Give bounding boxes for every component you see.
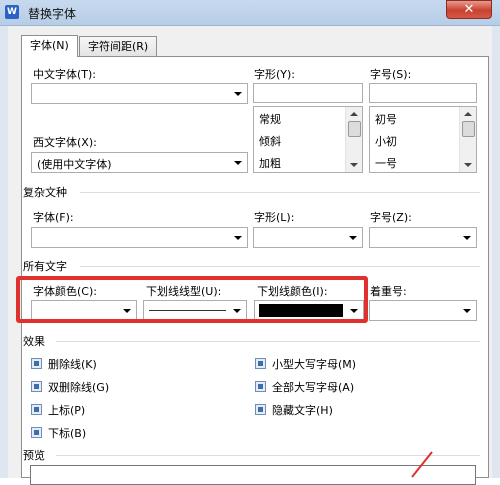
subscript-checkbox[interactable] bbox=[31, 427, 42, 438]
list-item[interactable]: 初号 bbox=[375, 111, 397, 127]
style-listbox[interactable]: 常规 倾斜 加粗 bbox=[253, 106, 363, 173]
tab-character-spacing-label: 字符间距(R) bbox=[88, 40, 149, 53]
strikethrough-label[interactable]: 删除线(K) bbox=[48, 356, 97, 372]
preview-section-title: 预览 bbox=[23, 449, 45, 462]
list-item[interactable]: 常规 bbox=[259, 111, 281, 127]
list-item[interactable]: 倾斜 bbox=[259, 133, 281, 149]
scroll-down-icon[interactable] bbox=[350, 163, 358, 167]
double-strikethrough-checkbox[interactable] bbox=[31, 381, 42, 392]
chevron-down-icon bbox=[463, 309, 471, 313]
subscript-label[interactable]: 下标(B) bbox=[48, 425, 86, 441]
chevron-down-icon bbox=[234, 236, 242, 240]
style-input[interactable] bbox=[253, 83, 363, 103]
complex-font-label: 字体(F): bbox=[33, 211, 74, 224]
complex-section-title: 复杂文种 bbox=[23, 186, 67, 199]
western-font-value: (使用中文字体) bbox=[37, 158, 112, 171]
all-text-section-title: 所有文字 bbox=[23, 260, 67, 273]
list-item[interactable]: 小初 bbox=[375, 133, 397, 149]
scroll-up-icon[interactable] bbox=[464, 112, 472, 116]
style-scrollbar[interactable] bbox=[345, 107, 362, 172]
divider bbox=[80, 266, 480, 267]
chevron-down-icon bbox=[349, 236, 357, 240]
dialog-title: 替换字体 bbox=[28, 7, 77, 21]
western-font-label: 西文字体(X): bbox=[33, 136, 97, 149]
small-caps-checkbox[interactable] bbox=[255, 358, 266, 369]
scroll-thumb[interactable] bbox=[348, 121, 361, 137]
all-caps-checkbox[interactable] bbox=[255, 381, 266, 392]
complex-size-label: 字号(Z): bbox=[370, 211, 412, 224]
annotation-stroke bbox=[411, 451, 433, 478]
complex-size-combo[interactable] bbox=[369, 227, 477, 248]
divider bbox=[56, 341, 480, 342]
strikethrough-checkbox[interactable] bbox=[31, 358, 42, 369]
superscript-label[interactable]: 上标(P) bbox=[48, 402, 85, 418]
complex-font-combo[interactable] bbox=[31, 227, 248, 248]
superscript-checkbox[interactable] bbox=[31, 404, 42, 415]
scroll-down-icon[interactable] bbox=[464, 163, 472, 167]
chevron-down-icon bbox=[234, 161, 242, 165]
tab-character-spacing[interactable]: 字符间距(R) bbox=[79, 36, 158, 57]
wps-writer-icon: W bbox=[5, 5, 19, 19]
highlight-box bbox=[16, 276, 368, 323]
emphasis-label: 着重号: bbox=[370, 285, 407, 298]
emphasis-combo[interactable] bbox=[369, 300, 477, 321]
small-caps-label[interactable]: 小型大写字母(M) bbox=[272, 356, 356, 372]
scroll-thumb[interactable] bbox=[462, 121, 475, 137]
list-item[interactable]: 一号 bbox=[375, 155, 397, 171]
tab-font-label: 字体(N) bbox=[30, 39, 69, 52]
size-input[interactable] bbox=[369, 83, 477, 103]
all-caps-label[interactable]: 全部大写字母(A) bbox=[272, 379, 354, 395]
hidden-text-checkbox[interactable] bbox=[255, 404, 266, 415]
size-scrollbar[interactable] bbox=[459, 107, 476, 172]
close-icon: ✕ bbox=[463, 2, 475, 17]
size-label: 字号(S): bbox=[370, 68, 412, 81]
tab-font[interactable]: 字体(N) bbox=[21, 35, 78, 57]
close-button[interactable]: ✕ bbox=[446, 0, 492, 19]
size-listbox[interactable]: 初号 小初 一号 bbox=[369, 106, 477, 173]
hidden-text-label[interactable]: 隐藏文字(H) bbox=[272, 402, 333, 418]
chevron-down-icon bbox=[463, 236, 471, 240]
chinese-font-label: 中文字体(T): bbox=[33, 68, 97, 81]
list-item[interactable]: 加粗 bbox=[259, 155, 281, 171]
complex-style-label: 字形(L): bbox=[254, 211, 295, 224]
chinese-font-combo[interactable] bbox=[31, 83, 248, 104]
divider bbox=[80, 192, 480, 193]
western-font-combo[interactable]: (使用中文字体) bbox=[31, 152, 248, 173]
complex-style-combo[interactable] bbox=[253, 227, 363, 248]
chevron-down-icon bbox=[234, 92, 242, 96]
effects-section-title: 效果 bbox=[23, 335, 45, 348]
scroll-up-icon[interactable] bbox=[350, 112, 358, 116]
style-label: 字形(Y): bbox=[254, 68, 296, 81]
double-strikethrough-label[interactable]: 双删除线(G) bbox=[48, 379, 109, 395]
